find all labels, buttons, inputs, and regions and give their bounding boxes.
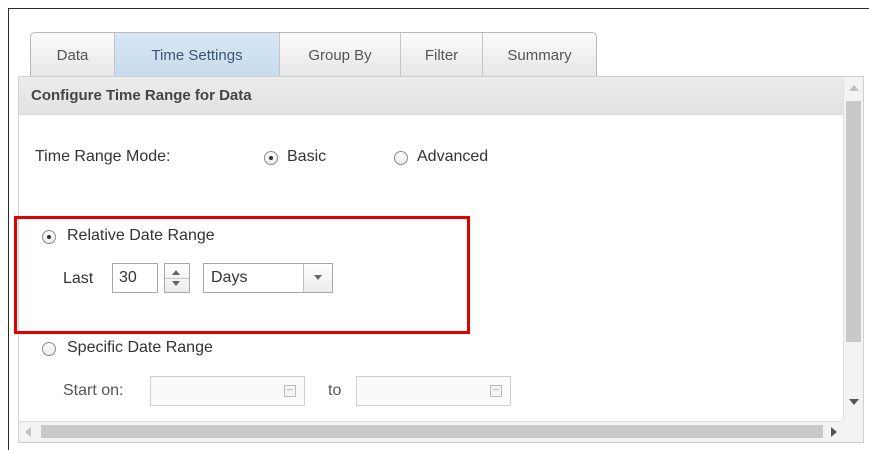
calendar-icon[interactable]: [284, 385, 296, 397]
vertical-scroll-thumb[interactable]: [846, 101, 861, 342]
tab-summary[interactable]: Summary: [483, 33, 596, 77]
tab-group-by[interactable]: Group By: [280, 33, 401, 77]
radio-advanced-icon[interactable]: [394, 151, 408, 165]
calendar-icon[interactable]: [490, 385, 502, 397]
scroll-right-icon[interactable]: [831, 427, 837, 437]
radio-advanced-label[interactable]: Advanced: [417, 148, 488, 166]
radio-specific-label[interactable]: Specific Date Range: [67, 339, 213, 357]
scroll-up-icon[interactable]: [849, 85, 859, 91]
radio-basic-icon[interactable]: [264, 151, 278, 165]
tab-bar: Data Time Settings Group By Filter Summa…: [30, 32, 597, 78]
horizontal-scroll-thumb[interactable]: [41, 425, 823, 438]
to-label: to: [328, 382, 342, 399]
start-date-input[interactable]: [150, 376, 305, 406]
scrollbar-corner: [843, 421, 863, 442]
radio-specific-icon[interactable]: [42, 342, 56, 356]
panel-title: Configure Time Range for Data: [19, 77, 845, 115]
tab-filter[interactable]: Filter: [401, 33, 483, 77]
tab-time-settings[interactable]: Time Settings: [115, 33, 280, 77]
time-range-mode-label: Time Range Mode:: [35, 148, 171, 165]
radio-basic-label[interactable]: Basic: [287, 148, 326, 166]
start-on-label: Start on:: [63, 382, 124, 399]
tab-data[interactable]: Data: [31, 33, 115, 77]
highlight-box: [14, 216, 470, 334]
end-date-input[interactable]: [356, 376, 511, 406]
scroll-left-icon[interactable]: [25, 427, 31, 437]
scroll-down-icon[interactable]: [849, 399, 859, 405]
vertical-scrollbar[interactable]: [843, 77, 863, 423]
horizontal-scrollbar[interactable]: [19, 421, 845, 442]
